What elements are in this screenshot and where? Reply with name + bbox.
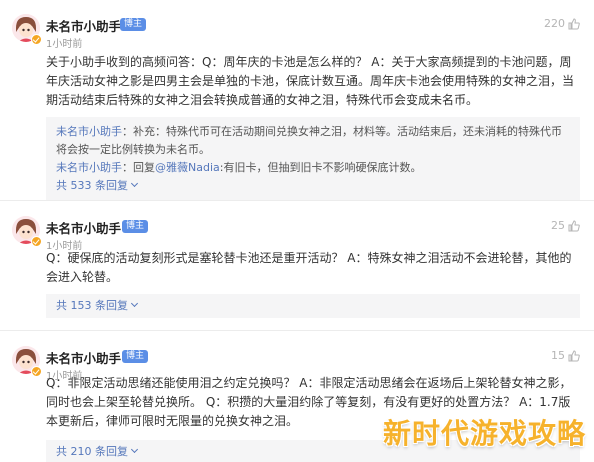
verified-icon xyxy=(31,236,42,247)
reply-item: 未名市小助手博主：补充：特殊代币可在活动期间兑换女神之泪，材料等。活动结束后，还… xyxy=(56,123,570,159)
thumbs-up-icon xyxy=(568,219,580,231)
more-replies-label: 共 533 条回复 xyxy=(56,179,128,192)
reply-text: ：补充：特殊代币可在活动期间兑换女神之泪，材料等。活动结束后，还未消耗的特殊代币… xyxy=(56,125,562,156)
chevron-down-icon xyxy=(130,299,139,308)
like-button[interactable]: 15 xyxy=(551,349,580,362)
author-name[interactable]: 未名市小助手 xyxy=(46,218,121,237)
like-button[interactable]: 25 xyxy=(551,219,580,232)
comment-post: 未名市小助手 博主 1小时前 25 Q：硬保底的活动复刻形式是塞轮替卡池还是重开… xyxy=(0,202,594,330)
like-button[interactable]: 220 xyxy=(544,17,580,30)
reply-author[interactable]: 未名市小助手 xyxy=(56,125,122,138)
chevron-down-icon xyxy=(130,179,139,188)
author-badge: 博主 xyxy=(122,220,149,233)
watermark: 新时代游戏攻略 xyxy=(382,417,586,450)
author-name[interactable]: 未名市小助手 xyxy=(46,348,121,367)
verified-icon xyxy=(31,366,42,377)
author-name[interactable]: 未名市小助手 xyxy=(46,16,121,35)
verified-icon xyxy=(31,34,42,45)
more-replies-link[interactable]: 共 533 条回复 xyxy=(56,177,570,195)
thumbs-up-icon xyxy=(568,17,580,29)
reply-text: ：回复 xyxy=(122,161,155,174)
reply-item: 未名市小助手博主：回复@雅薇Nadia:有旧卡，但抽到旧卡不影响硬保底计数。 xyxy=(56,159,570,177)
divider xyxy=(0,330,594,331)
author-badge: 博主 xyxy=(120,18,147,31)
post-time: 1小时前 xyxy=(46,39,83,50)
thumbs-up-icon xyxy=(568,349,580,361)
reply-list: 未名市小助手博主：补充：特殊代币可在活动期间兑换女神之泪，材料等。活动结束后，还… xyxy=(46,117,580,201)
post-content: 关于小助手收到的高频问答：Q：周年庆的卡池是怎么样的？ A：关于大家高频提到的卡… xyxy=(46,55,575,107)
reply-author[interactable]: 未名市小助手 xyxy=(56,161,122,174)
more-replies-label: 共 210 条回复 xyxy=(56,445,128,458)
reply-text: :有旧卡，但抽到旧卡不影响硬保底计数。 xyxy=(219,161,422,174)
more-replies-link[interactable]: 共 153 条回复 xyxy=(46,294,580,318)
post-content: Q：硬保底的活动复刻形式是塞轮替卡池还是重开活动？ A：特殊女神之泪活动不会进轮… xyxy=(46,251,572,284)
comment-post: 未名市小助手 博主 1小时前 220 关于小助手收到的高频问答：Q：周年庆的卡池… xyxy=(0,0,594,201)
chevron-down-icon xyxy=(130,445,139,454)
author-badge: 博主 xyxy=(122,350,149,363)
like-count: 220 xyxy=(544,17,565,30)
more-replies-label: 共 153 条回复 xyxy=(56,299,128,312)
divider xyxy=(0,200,594,201)
like-count: 25 xyxy=(551,219,565,232)
reply-mention[interactable]: @雅薇Nadia xyxy=(155,161,220,174)
like-count: 15 xyxy=(551,349,565,362)
